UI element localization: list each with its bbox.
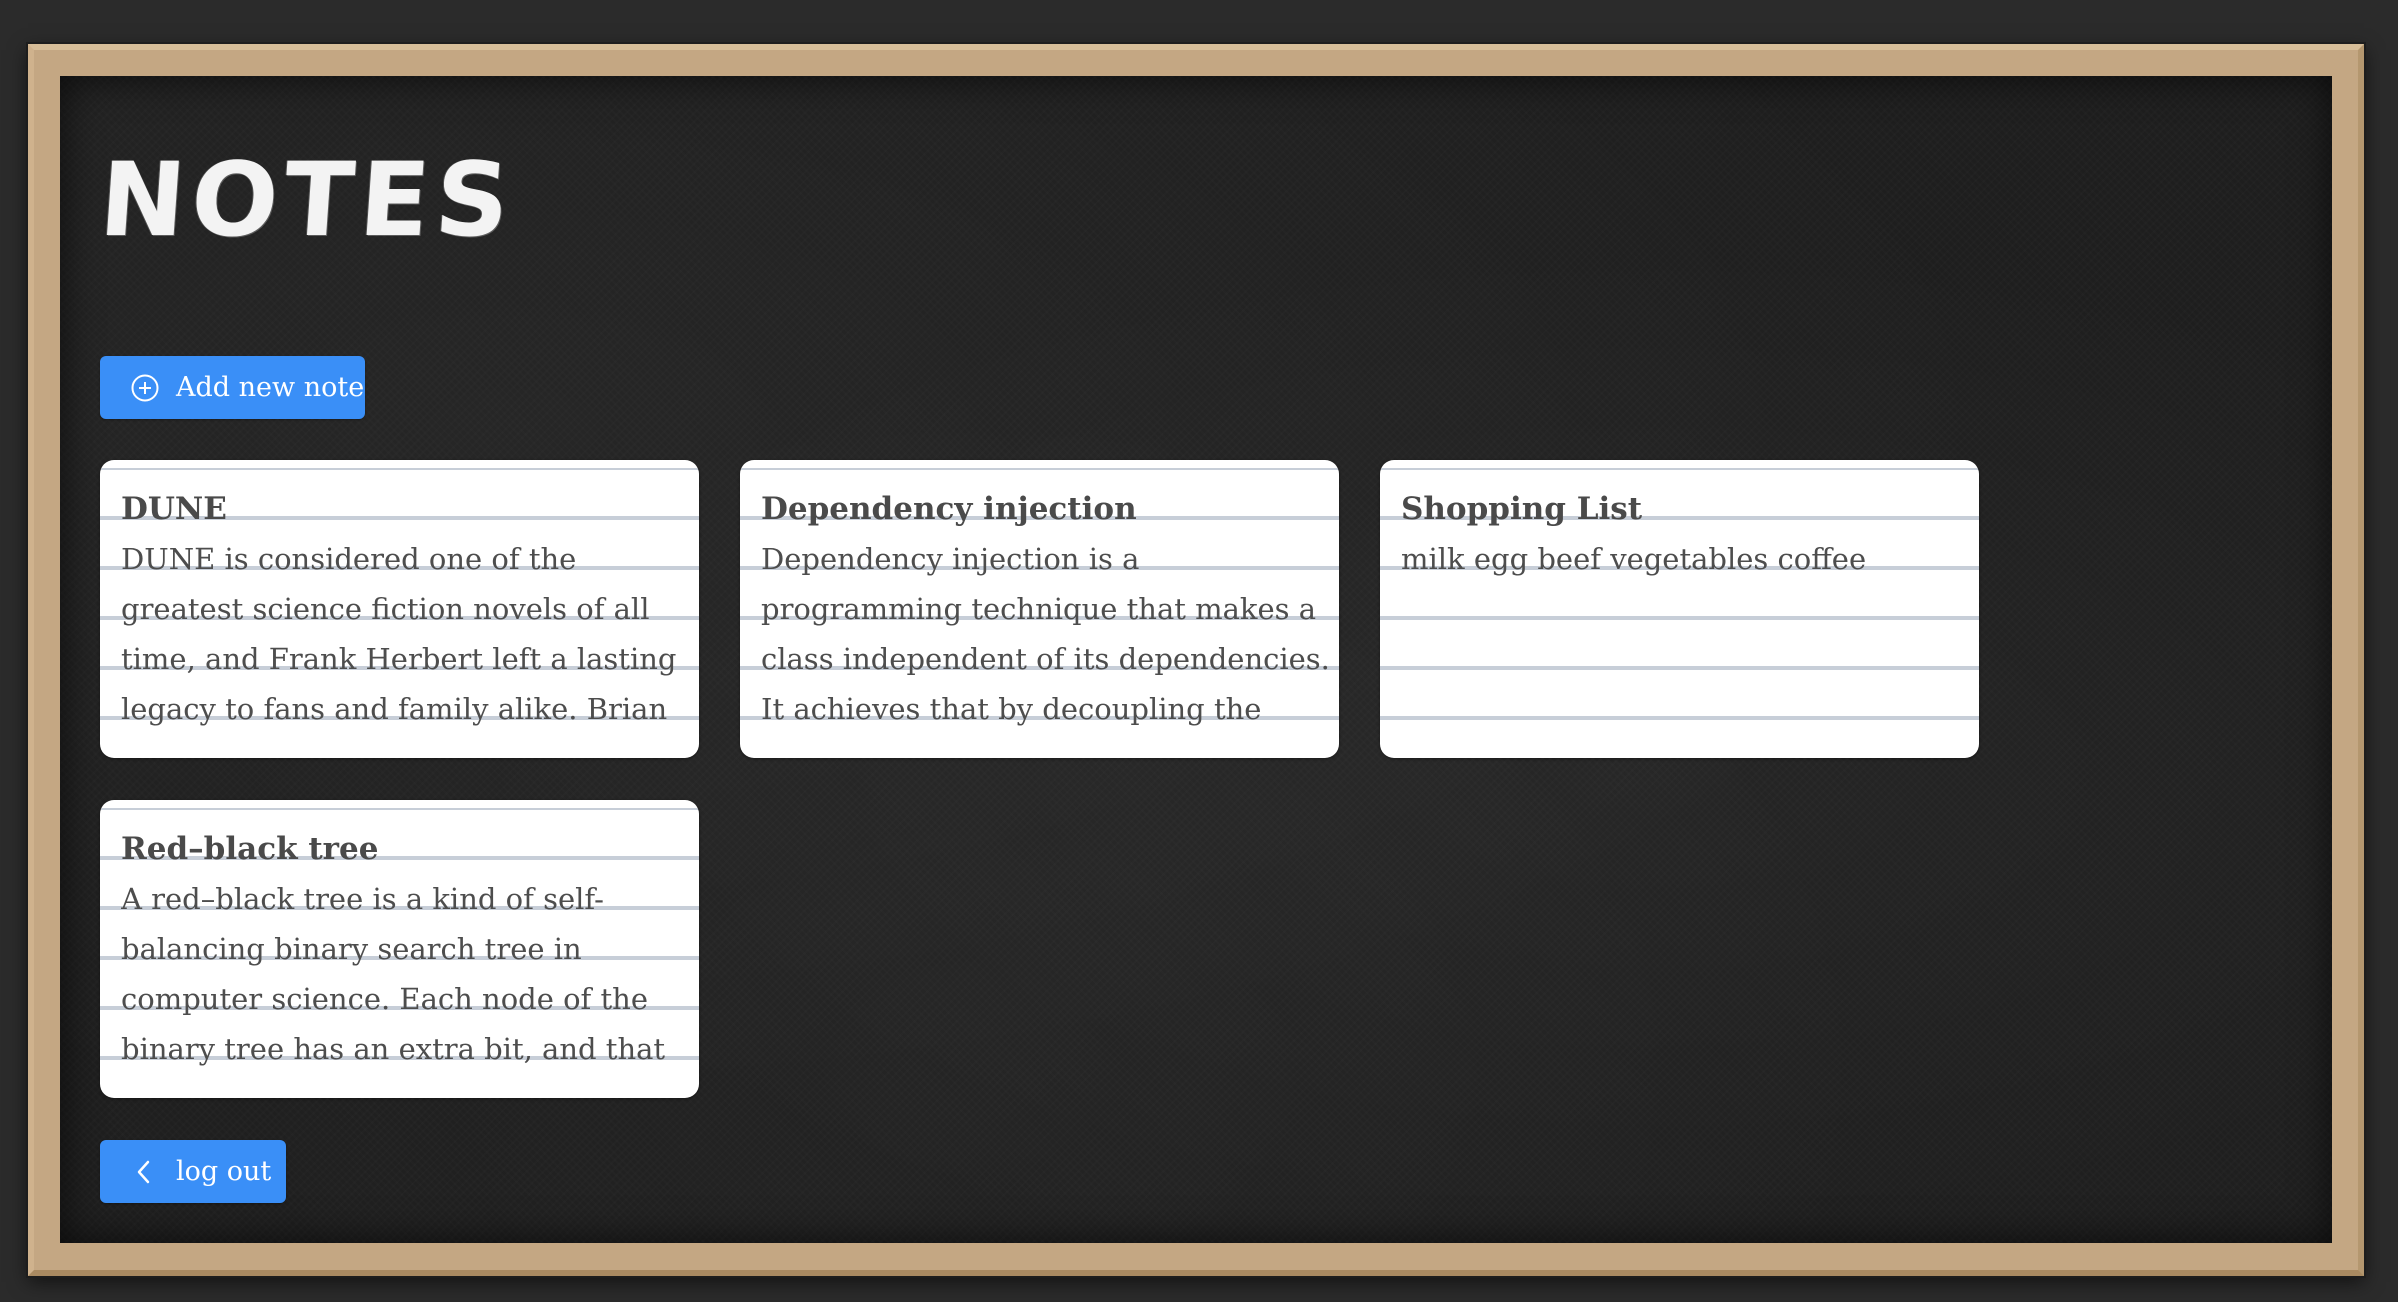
- note-body: Dependency injection is a programming te…: [761, 542, 1330, 726]
- plus-circle-icon: [130, 373, 160, 403]
- add-note-label: Add new note: [176, 372, 365, 403]
- note-title: DUNE: [121, 491, 227, 527]
- note-title: Dependency injection: [761, 491, 1137, 527]
- note-title: Red–black tree: [121, 831, 379, 867]
- note-card-red-black-tree[interactable]: Red–black tree A red–black tree is a kin…: [100, 800, 699, 1098]
- add-note-button[interactable]: Add new note: [100, 356, 365, 419]
- chevron-left-icon: [134, 1157, 154, 1187]
- note-card-dune[interactable]: DUNE DUNE is considered one of the great…: [100, 460, 699, 758]
- page-title: NOTES: [95, 141, 519, 260]
- note-title: Shopping List: [1401, 491, 1643, 527]
- note-body: A red–black tree is a kind of self-balan…: [121, 882, 666, 1066]
- note-card-dependency-injection[interactable]: Dependency injection Dependency injectio…: [740, 460, 1339, 758]
- logout-button[interactable]: log out: [100, 1140, 286, 1203]
- note-body: milk egg beef vegetables coffee: [1401, 542, 1867, 576]
- logout-label: log out: [176, 1156, 272, 1187]
- note-body: DUNE is considered one of the greatest s…: [121, 542, 677, 726]
- note-card-shopping-list[interactable]: Shopping List milk egg beef vegetables c…: [1380, 460, 1979, 758]
